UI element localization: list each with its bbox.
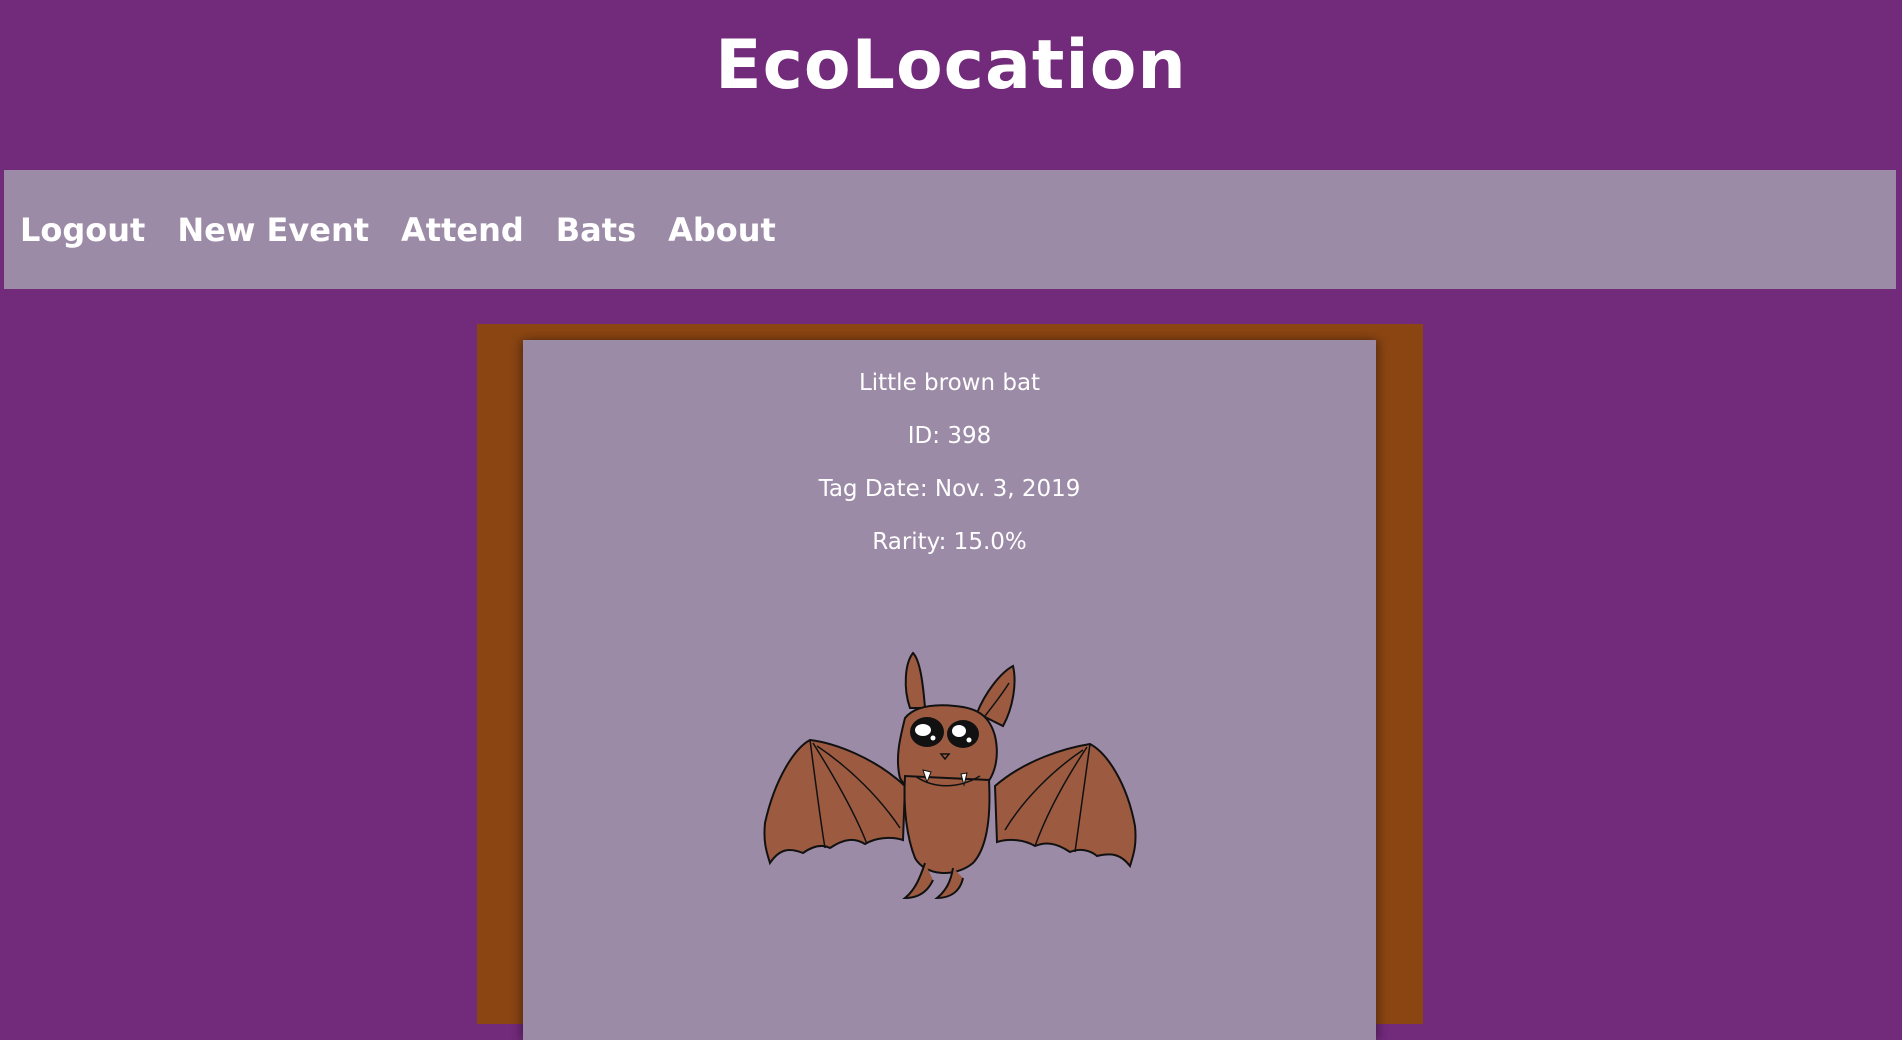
bat-name: Little brown bat [858, 370, 1041, 396]
nav-about-link[interactable]: About [668, 211, 776, 249]
site-header: EcoLocation [0, 0, 1902, 170]
nav-attend-link[interactable]: Attend [401, 211, 524, 249]
nav-new-event-link[interactable]: New Event [177, 211, 369, 249]
nav-logout-link[interactable]: Logout [20, 211, 145, 249]
bat-card: Little brown bat ID: 398 Tag Date: Nov. … [523, 340, 1376, 1040]
cartoon-bat-icon [763, 651, 1137, 900]
bat-id: ID: 398 [907, 423, 992, 449]
bat-tag-date: Tag Date: Nov. 3, 2019 [818, 476, 1081, 502]
site-title: EcoLocation [715, 25, 1187, 105]
nav-bats-link[interactable]: Bats [556, 211, 636, 249]
bat-rarity: Rarity: 15.0% [872, 529, 1027, 555]
main-navbar: Logout New Event Attend Bats About [4, 170, 1896, 289]
bat-card-frame: Little brown bat ID: 398 Tag Date: Nov. … [477, 324, 1423, 1040]
